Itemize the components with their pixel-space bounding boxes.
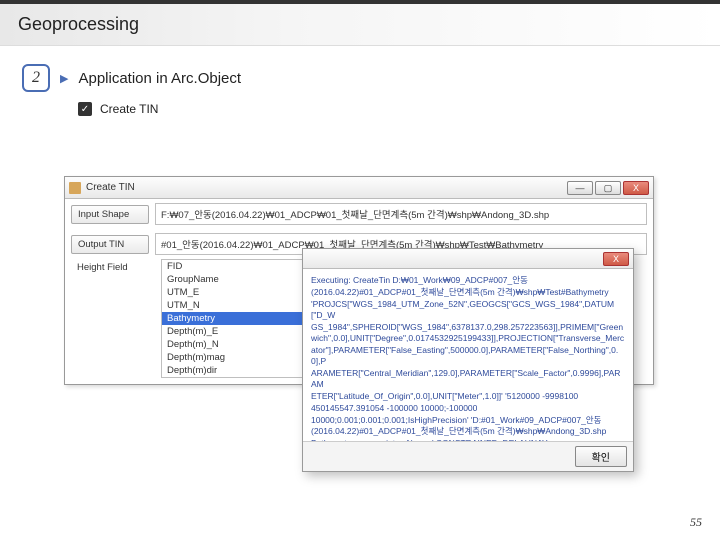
log-line: 10000;0.001;0.001;0.001;IsHighPrecision'… [311, 415, 625, 426]
log-close-button[interactable]: X [603, 252, 629, 266]
listbox-item[interactable]: UTM_E [162, 286, 320, 299]
log-line: ator"],PARAMETER["False_Easting",500000.… [311, 345, 625, 367]
create-tin-title: Create TIN [86, 182, 135, 193]
input-shape-label[interactable]: Input Shape [71, 205, 149, 224]
height-field-label: Height Field [71, 259, 149, 276]
output-tin-label[interactable]: Output TIN [71, 235, 149, 254]
log-body[interactable]: Executing: CreateTin D:₩01_Work₩09_ADCP#… [303, 269, 633, 441]
arrow-icon: ▶ [60, 72, 68, 85]
log-line: ARAMETER["Central_Meridian",129.0],PARAM… [311, 368, 625, 390]
section-title: Application in Arc.Object [78, 70, 241, 87]
bullet-row: ✓ Create TIN [78, 102, 720, 116]
input-shape-field[interactable]: F:₩07_안동(2016.04.22)₩01_ADCP₩01_첫째날_단면계측… [155, 203, 647, 225]
log-titlebar[interactable]: X [303, 249, 633, 269]
listbox-item[interactable]: Depth(m)_N [162, 338, 320, 351]
page-header: Geoprocessing [0, 4, 720, 46]
section-row: 2 ▶ Application in Arc.Object [22, 64, 720, 92]
app-icon [69, 182, 81, 194]
listbox-item[interactable]: Bathymetry [162, 312, 320, 325]
log-line: 450145547.391054 -100000 10000;-100000 [311, 403, 625, 414]
log-line: GS_1984",SPHEROID["WGS_1984",6378137.0,2… [311, 322, 625, 333]
check-icon: ✓ [78, 102, 92, 116]
bullet-label: Create TIN [100, 102, 158, 116]
log-line: ETER["Latitude_Of_Origin",0.0],UNIT["Met… [311, 391, 625, 402]
log-line: Executing: CreateTin D:₩01_Work₩09_ADCP#… [311, 275, 625, 286]
close-button[interactable]: X [623, 181, 649, 195]
log-line: 'PROJCS["WGS_1984_UTM_Zone_52N",GEOGCS["… [311, 299, 625, 321]
page-number: 55 [690, 515, 702, 530]
log-line: (2016.04.22)#01_ADCP#01_첫째날_단면계측(5m 간격)₩… [311, 426, 625, 437]
log-line: wich",0.0],UNIT["Degree",0.0174532925199… [311, 333, 625, 344]
page-title: Geoprocessing [18, 14, 139, 35]
listbox-item[interactable]: Depth(m)dir [162, 364, 320, 377]
section-number-badge: 2 [22, 64, 50, 92]
listbox-item[interactable]: Depth(m)_E [162, 325, 320, 338]
listbox-item[interactable]: UTM_N [162, 299, 320, 312]
log-line: (2016.04.22)#01_ADCP#01_첫째날_단면계측(5m 간격)₩… [311, 287, 625, 298]
listbox-item[interactable]: GroupName [162, 273, 320, 286]
maximize-button[interactable]: ▢ [595, 181, 621, 195]
height-field-listbox[interactable]: FIDGroupNameUTM_EUTM_NBathymetryDepth(m)… [161, 259, 321, 378]
log-window: X Executing: CreateTin D:₩01_Work₩09_ADC… [302, 248, 634, 472]
minimize-button[interactable]: — [567, 181, 593, 195]
log-footer: 확인 [303, 441, 633, 471]
listbox-item[interactable]: FID [162, 260, 320, 273]
ok-button[interactable]: 확인 [575, 446, 627, 467]
listbox-item[interactable]: Depth(m)mag [162, 351, 320, 364]
create-tin-titlebar[interactable]: Create TIN — ▢ X [65, 177, 653, 199]
